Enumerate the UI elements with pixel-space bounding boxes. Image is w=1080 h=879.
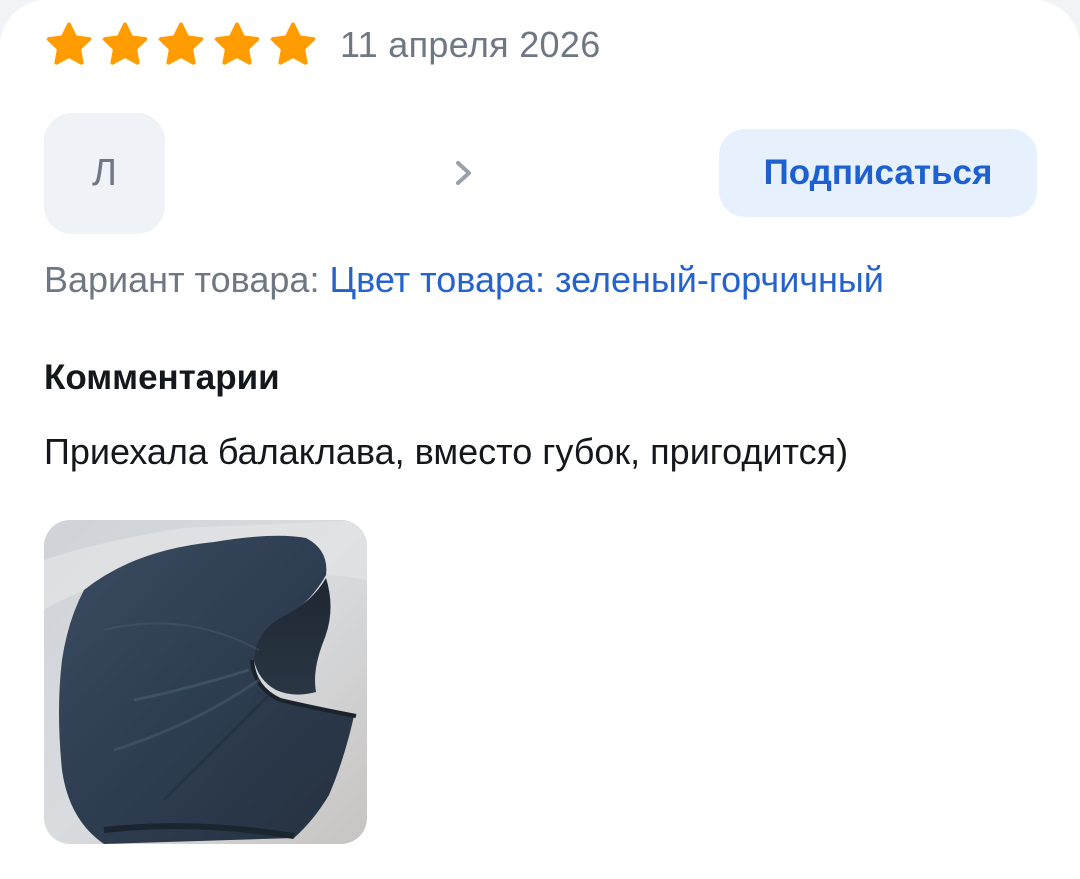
comment-text: Приехала балаклава, вместо губок, пригод… [44, 431, 849, 472]
avatar-letter: Л [92, 152, 117, 194]
chevron-right-icon[interactable] [449, 157, 479, 189]
rating-row: 11 апреля 2026 [44, 20, 601, 70]
rating-stars [44, 21, 318, 69]
star-icon [156, 21, 206, 69]
subscribe-button[interactable]: Подписаться [719, 129, 1037, 217]
review-date: 11 апреля 2026 [340, 24, 601, 65]
star-icon [268, 21, 318, 69]
comments-title: Комментарии [44, 358, 280, 397]
review-card: 11 апреля 2026 Л Подписаться Вариант тов… [0, 0, 1080, 879]
variant-label: Вариант товара: [44, 259, 320, 300]
review-photo[interactable] [44, 520, 367, 844]
variant-value[interactable]: Цвет товара: зеленый-горчичный [329, 259, 883, 300]
author-name[interactable] [214, 154, 424, 190]
balaclava-photo [44, 520, 367, 844]
avatar[interactable]: Л [44, 113, 165, 234]
star-icon [100, 21, 150, 69]
star-icon [44, 21, 94, 69]
star-icon [212, 21, 262, 69]
product-variant: Вариант товара: Цвет товара: зеленый-гор… [44, 259, 884, 301]
